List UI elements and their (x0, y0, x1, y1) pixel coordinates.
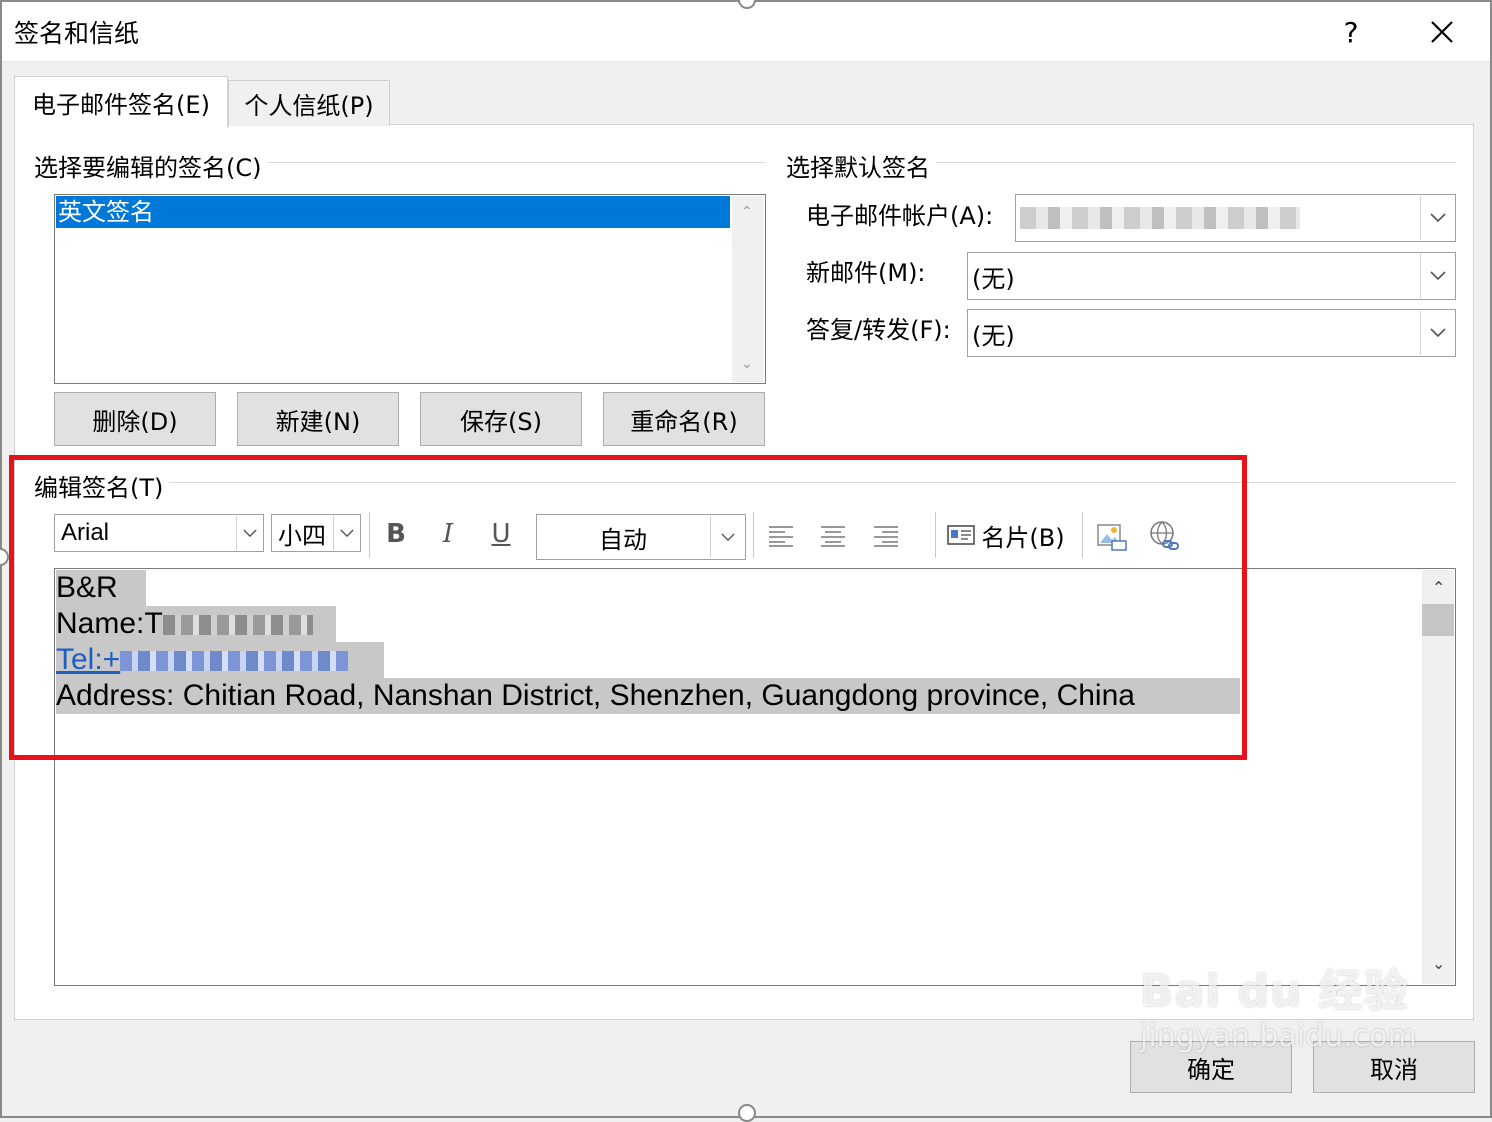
business-card-icon (947, 525, 976, 545)
signature-line-company: B&R (56, 570, 146, 606)
account-value-redacted (1020, 207, 1300, 229)
tab-personal-stationery-label: 个人信纸(P) (244, 92, 374, 120)
italic-button[interactable]: I (430, 514, 466, 554)
business-card-label: 名片(B) (981, 523, 1065, 552)
underline-button[interactable]: U (483, 514, 519, 554)
chevron-down-icon[interactable] (710, 516, 744, 558)
insert-hyperlink-button[interactable] (1144, 516, 1184, 556)
save-button[interactable]: 保存(S) (420, 392, 582, 446)
delete-button[interactable]: 删除(D) (54, 392, 216, 446)
font-select[interactable]: Arial (54, 514, 264, 552)
align-left-button[interactable] (764, 518, 798, 554)
resize-handle[interactable] (0, 548, 9, 566)
signature-content[interactable]: B&R Name:T Tel:+ Address: Chitian Road, … (56, 570, 1240, 714)
reply-label: 答复/转发(F): (806, 316, 951, 344)
signature-tel-link[interactable]: Tel:+ (56, 643, 349, 676)
scroll-down-icon[interactable]: ⌄ (1432, 954, 1445, 973)
toolbar-divider (369, 512, 370, 558)
font-color-value: 自动 (599, 525, 647, 554)
chevron-down-icon[interactable] (333, 516, 359, 550)
align-right-icon (874, 526, 898, 547)
new-message-select[interactable]: (无) (967, 252, 1456, 300)
new-message-value: (无) (972, 264, 1015, 293)
reply-value: (无) (972, 321, 1015, 350)
group-divider (260, 162, 766, 163)
signature-tel-prefix: Tel:+ (56, 643, 121, 676)
scroll-up-icon[interactable]: ⌃ (741, 204, 753, 220)
default-signature-label: 选择默认签名 (786, 148, 936, 183)
scroll-up-icon[interactable]: ⌃ (1432, 578, 1445, 597)
account-label: 电子邮件帐户(A): (806, 202, 994, 230)
reply-select[interactable]: (无) (967, 309, 1456, 357)
insert-hyperlink-icon (1150, 521, 1179, 550)
insert-picture-icon (1097, 524, 1127, 551)
align-center-button[interactable] (816, 518, 850, 554)
editor-scroll-thumb[interactable] (1422, 604, 1454, 636)
help-button[interactable]: ? (1326, 10, 1376, 54)
group-divider (930, 162, 1456, 163)
signature-line-name: Name:T (56, 606, 336, 642)
new-message-label: 新邮件(M): (806, 259, 926, 287)
signature-tel-redacted (120, 651, 349, 672)
insert-picture-button[interactable] (1092, 516, 1132, 556)
toolbar-divider (935, 512, 936, 558)
close-button[interactable] (1412, 10, 1472, 54)
signature-line-tel: Tel:+ (56, 642, 384, 678)
chevron-down-icon[interactable] (1420, 196, 1454, 240)
window-title: 签名和信纸 (14, 19, 140, 48)
align-right-button[interactable] (869, 518, 903, 554)
font-value: Arial (61, 519, 110, 546)
tab-email-signature-label: 电子邮件签名(E) (32, 91, 210, 119)
toolbar-divider (1082, 512, 1083, 558)
tab-personal-stationery[interactable]: 个人信纸(P) (228, 80, 390, 126)
resize-handle[interactable] (738, 1104, 756, 1122)
signature-list-item[interactable]: 英文签名 (56, 196, 730, 228)
bold-button[interactable]: B (378, 514, 414, 554)
toolbar-divider (753, 512, 754, 558)
account-select[interactable] (1015, 194, 1456, 242)
signature-line-address: Address: Chitian Road, Nanshan District,… (56, 678, 1240, 714)
scroll-down-icon[interactable]: ⌄ (741, 356, 753, 372)
signature-company: B&R (56, 571, 118, 604)
listbox-scrollbar[interactable] (732, 196, 764, 382)
business-card-button[interactable]: 名片(B) (946, 514, 1066, 556)
chevron-down-icon[interactable] (1420, 254, 1454, 298)
chevron-down-icon[interactable] (236, 516, 262, 550)
group-divider (164, 482, 1456, 483)
signature-name-redacted (162, 615, 313, 636)
align-left-icon (769, 526, 793, 547)
rename-button[interactable]: 重命名(R) (603, 392, 765, 446)
new-button[interactable]: 新建(N) (237, 392, 399, 446)
size-value: 小四 (278, 521, 326, 550)
select-signature-label: 选择要编辑的签名(C) (34, 148, 268, 183)
cancel-button[interactable]: 取消 (1313, 1041, 1475, 1093)
signature-address: Address: Chitian Road, Nanshan District,… (56, 679, 1135, 712)
align-center-icon (821, 526, 845, 547)
title-bar (0, 0, 1492, 62)
edit-signature-label: 编辑签名(T) (34, 468, 170, 503)
ok-button[interactable]: 确定 (1130, 1041, 1292, 1093)
close-icon (1431, 21, 1453, 43)
chevron-down-icon[interactable] (1420, 311, 1454, 355)
tab-email-signature[interactable]: 电子邮件签名(E) (14, 76, 228, 128)
signature-name-prefix: Name:T (56, 607, 163, 640)
